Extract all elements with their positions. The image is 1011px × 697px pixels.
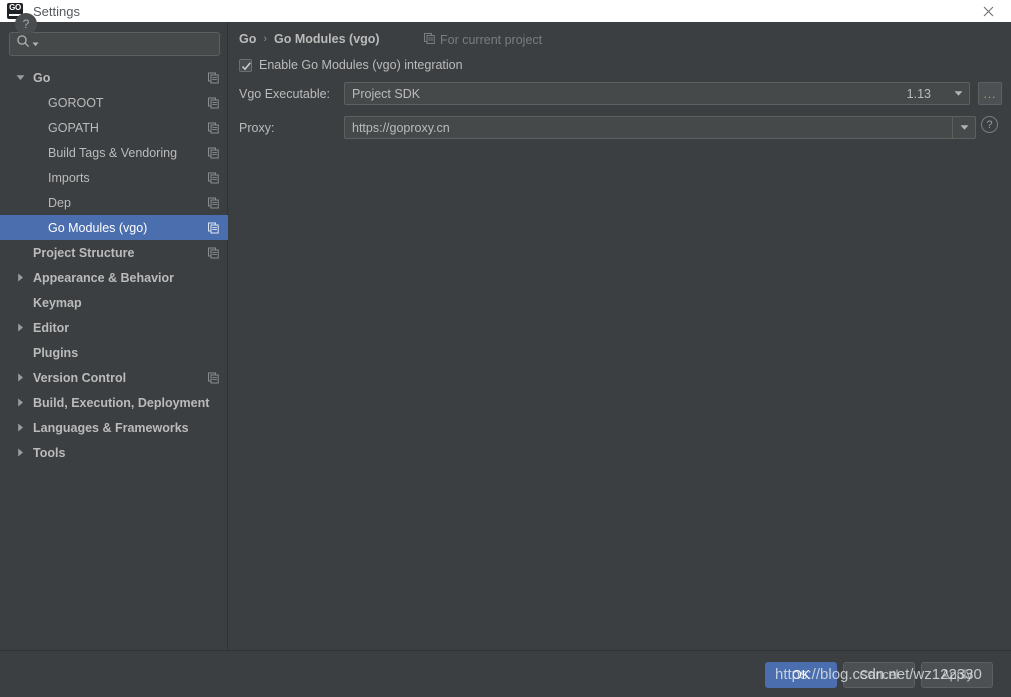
sidebar-item-label: Imports — [48, 170, 90, 185]
goland-icon-text: GO — [9, 3, 21, 12]
project-scope-icon — [208, 172, 219, 183]
proxy-dropdown-icon[interactable] — [952, 117, 975, 138]
sidebar-item-label: Keymap — [33, 295, 82, 310]
project-scope-icon — [208, 72, 219, 83]
enable-go-modules-checkbox-row[interactable]: Enable Go Modules (vgo) integration — [239, 58, 463, 72]
sidebar-item-keymap[interactable]: Keymap — [0, 290, 228, 315]
sidebar-item-go-modules-vgo[interactable]: Go Modules (vgo) — [0, 215, 228, 240]
title-bar: GO Settings — [0, 0, 1011, 22]
enable-go-modules-label: Enable Go Modules (vgo) integration — [259, 58, 463, 72]
project-scope-icon — [208, 222, 219, 233]
search-field-wrapper — [9, 32, 220, 56]
project-scope-icon — [208, 372, 219, 383]
sidebar-item-appearance-behavior[interactable]: Appearance & Behavior — [0, 265, 228, 290]
chevron-right-icon[interactable] — [14, 440, 26, 465]
for-current-project: For current project — [424, 33, 542, 47]
sidebar-item-label: Project Structure — [33, 245, 135, 260]
apply-button[interactable]: Apply — [921, 662, 993, 688]
project-scope-icon — [424, 33, 435, 47]
vgo-executable-label: Vgo Executable: — [239, 87, 331, 101]
sidebar-item-label: Appearance & Behavior — [33, 270, 175, 285]
sidebar-item-label: Go — [33, 70, 51, 85]
sidebar-item-plugins[interactable]: Plugins — [0, 340, 228, 365]
settings-dialog: GO Settings Go GOROOT GOPATH Build Tags … — [0, 0, 1011, 697]
search-icon — [16, 34, 31, 54]
sidebar-item-label: Build Tags & Vendoring — [48, 145, 178, 160]
project-scope-icon — [208, 247, 219, 258]
sidebar-item-goroot[interactable]: GOROOT — [0, 90, 228, 115]
sidebar-item-label: Languages & Frameworks — [33, 420, 189, 435]
proxy-value: https://goproxy.cn — [352, 120, 450, 135]
cancel-button[interactable]: Cancel — [843, 662, 915, 688]
breadcrumb-separator: › — [263, 33, 268, 45]
settings-tree: Go GOROOT GOPATH Build Tags & Vendoring Impo… — [0, 65, 228, 465]
sidebar-item-label: GOROOT — [48, 95, 104, 110]
sidebar-item-label: GOPATH — [48, 120, 99, 135]
sidebar-item-tools[interactable]: Tools — [0, 440, 228, 465]
chevron-right-icon[interactable] — [14, 415, 26, 440]
chevron-right-icon[interactable] — [14, 315, 26, 340]
sidebar-item-languages-frameworks[interactable]: Languages & Frameworks — [0, 415, 228, 440]
breadcrumb-current: Go Modules (vgo) — [274, 32, 380, 46]
sidebar-item-label: Editor — [33, 320, 70, 335]
sidebar-item-go[interactable]: Go — [0, 65, 228, 90]
for-current-project-label: For current project — [440, 33, 543, 47]
window-title: Settings — [33, 3, 80, 19]
vgo-executable-browse-button[interactable]: ... — [978, 82, 1002, 105]
vgo-version-label: 1.13 — [906, 86, 931, 101]
settings-sidebar: Go GOROOT GOPATH Build Tags & Vendoring Impo… — [0, 22, 228, 650]
sidebar-item-dep[interactable]: Dep — [0, 190, 228, 215]
sidebar-item-editor[interactable]: Editor — [0, 315, 228, 340]
project-scope-icon — [208, 122, 219, 133]
sidebar-item-label: Tools — [33, 445, 66, 460]
sidebar-item-label: Plugins — [33, 345, 79, 360]
sidebar-item-version-control[interactable]: Version Control — [0, 365, 228, 390]
vgo-executable-dropdown-icon[interactable] — [947, 83, 969, 104]
project-scope-icon — [208, 97, 219, 108]
project-scope-icon — [208, 197, 219, 208]
sidebar-item-build-execution-deployment[interactable]: Build, Execution, Deployment — [0, 390, 228, 415]
proxy-field[interactable]: https://goproxy.cn — [344, 116, 976, 139]
help-button[interactable]: ? — [15, 13, 37, 35]
breadcrumb-root[interactable]: Go — [239, 32, 256, 46]
settings-main-panel: Go › Go Modules (vgo) For current projec… — [229, 22, 1011, 650]
vgo-executable-field[interactable]: Project SDK 1.13 — [344, 82, 970, 105]
close-icon[interactable] — [973, 0, 1003, 22]
vgo-executable-value: Project SDK — [352, 86, 421, 101]
breadcrumb: Go › Go Modules (vgo) — [239, 32, 380, 46]
sidebar-item-label: Build, Execution, Deployment — [33, 395, 210, 410]
proxy-label: Proxy: — [239, 121, 275, 135]
ok-button[interactable]: OK — [765, 662, 837, 688]
chevron-right-icon[interactable] — [14, 365, 26, 390]
sidebar-item-label: Version Control — [33, 370, 127, 385]
project-scope-icon — [208, 147, 219, 158]
search-dropdown-icon[interactable] — [31, 41, 39, 48]
search-input[interactable] — [43, 37, 208, 51]
enable-go-modules-checkbox[interactable] — [239, 58, 252, 72]
ellipsis-icon: ... — [983, 86, 997, 101]
sidebar-item-imports[interactable]: Imports — [0, 165, 228, 190]
sidebar-item-build-tags-vendoring[interactable]: Build Tags & Vendoring — [0, 140, 228, 165]
sidebar-item-label: Go Modules (vgo) — [48, 220, 148, 235]
sidebar-item-gopath[interactable]: GOPATH — [0, 115, 228, 140]
search-box[interactable] — [9, 32, 220, 56]
sidebar-item-project-structure[interactable]: Project Structure — [0, 240, 228, 265]
chevron-down-icon[interactable] — [14, 65, 26, 90]
proxy-help-icon[interactable]: ? — [981, 116, 998, 133]
chevron-right-icon[interactable] — [14, 390, 26, 415]
sidebar-item-label: Dep — [48, 195, 71, 210]
chevron-right-icon[interactable] — [14, 265, 26, 290]
